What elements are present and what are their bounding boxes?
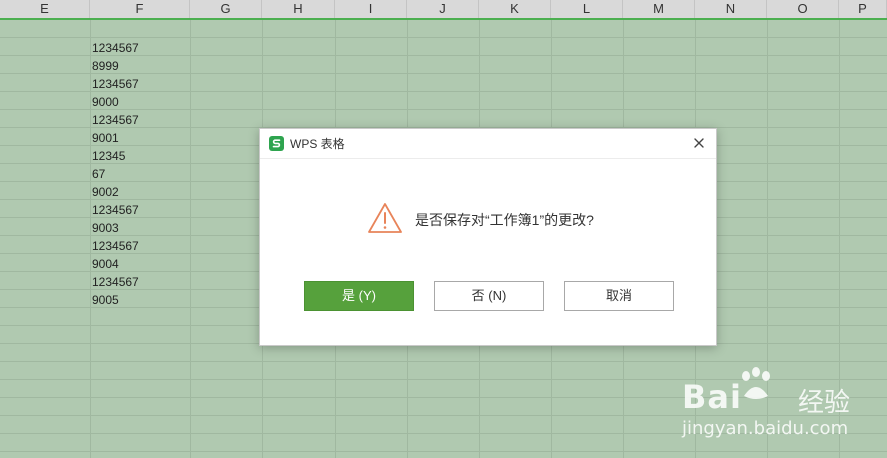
- cell-f-value[interactable]: 9000: [92, 93, 119, 111]
- cell-f-value[interactable]: 1234567: [92, 75, 139, 93]
- cell-f-value[interactable]: 1234567: [92, 273, 139, 291]
- cell-f-value[interactable]: 9002: [92, 183, 119, 201]
- watermark-url: jingyan.baidu.com: [682, 418, 849, 439]
- column-header-m[interactable]: M: [623, 0, 695, 18]
- column-header-p[interactable]: P: [839, 0, 887, 18]
- cell-f-value[interactable]: 1234567: [92, 111, 139, 129]
- column-header-g[interactable]: G: [190, 0, 262, 18]
- column-header-bar: EFGHIJKLMNOP: [0, 0, 887, 20]
- warning-icon: [366, 201, 404, 235]
- cell-f-value[interactable]: 1234567: [92, 39, 139, 57]
- cell-f-value[interactable]: 1234567: [92, 237, 139, 255]
- column-header-o[interactable]: O: [767, 0, 839, 18]
- dialog-message: 是否保存对“工作簿1”的更改?: [415, 212, 594, 228]
- cell-f-value[interactable]: 9003: [92, 219, 119, 237]
- wps-logo-icon: [269, 136, 284, 151]
- cancel-button[interactable]: 取消: [564, 281, 674, 311]
- cell-f-value[interactable]: 9004: [92, 255, 119, 273]
- column-header-l[interactable]: L: [551, 0, 623, 18]
- save-changes-dialog: WPS 表格 是否保存对“工作簿1”的更改? 是 (Y) 否 (N) 取消: [259, 128, 717, 346]
- column-header-f[interactable]: F: [90, 0, 190, 18]
- cell-f-value[interactable]: 12345: [92, 147, 125, 165]
- column-header-e[interactable]: E: [0, 0, 90, 18]
- column-header-i[interactable]: I: [335, 0, 407, 18]
- column-header-k[interactable]: K: [479, 0, 551, 18]
- cell-f-value[interactable]: 67: [92, 165, 105, 183]
- baidu-jingyan-watermark: Bai 经验 jingyan.baidu.com: [680, 367, 880, 452]
- close-icon[interactable]: [692, 136, 706, 150]
- grid-line: [190, 20, 191, 458]
- column-header-h[interactable]: H: [262, 0, 335, 18]
- cell-f-value[interactable]: 1234567: [92, 201, 139, 219]
- column-header-j[interactable]: J: [407, 0, 479, 18]
- dialog-title: WPS 表格: [290, 137, 345, 151]
- watermark-suffix: 经验: [798, 388, 851, 418]
- cell-f-value[interactable]: 9001: [92, 129, 119, 147]
- baidu-paw-icon: [742, 367, 770, 399]
- column-header-n[interactable]: N: [695, 0, 767, 18]
- cell-f-value[interactable]: 8999: [92, 57, 119, 75]
- no-button[interactable]: 否 (N): [434, 281, 544, 311]
- dialog-titlebar: WPS 表格: [260, 129, 716, 159]
- yes-button[interactable]: 是 (Y): [304, 281, 414, 311]
- grid-line: [90, 20, 91, 458]
- cell-f-value[interactable]: 9005: [92, 291, 119, 309]
